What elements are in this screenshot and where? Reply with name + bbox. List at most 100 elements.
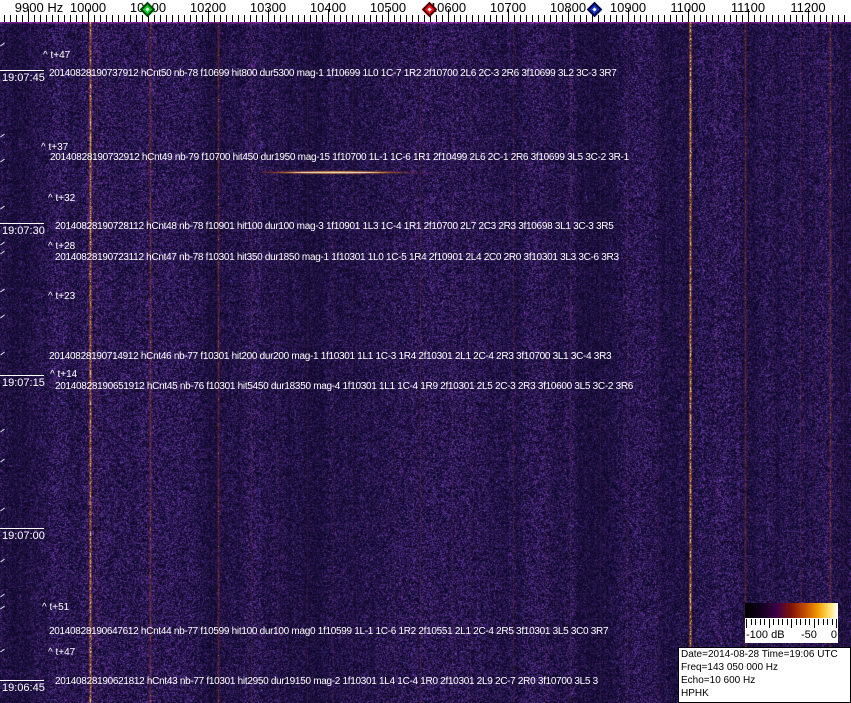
freq-tick [700, 15, 701, 22]
freq-tick [484, 15, 485, 22]
freq-tick [376, 15, 377, 22]
freq-tick [262, 15, 263, 22]
freq-tick [550, 15, 551, 22]
freq-tick [586, 15, 587, 22]
freq-tick [154, 15, 155, 22]
info-station-id: HPHK [681, 688, 709, 699]
db-tick [818, 619, 819, 625]
freq-tick [796, 15, 797, 22]
freq-tick [694, 15, 695, 22]
freq-tick [406, 15, 407, 22]
freq-tick [226, 15, 227, 22]
db-tick [796, 619, 797, 625]
freq-tick [46, 15, 47, 22]
freq-tick [274, 15, 275, 22]
db-tick [760, 619, 761, 625]
freq-tick [76, 15, 77, 22]
db-tick [823, 619, 824, 625]
freq-tick [598, 15, 599, 22]
freq-tick [514, 15, 515, 22]
freq-tick [412, 15, 413, 22]
freq-label: 9900 Hz [14, 0, 64, 15]
freq-label: 10300 [249, 0, 287, 15]
freq-tick [832, 15, 833, 22]
freq-tick [502, 15, 503, 22]
info-date-time: Date=2014-08-28 Time=19:06 UTC [681, 649, 838, 660]
db-tick [787, 619, 788, 625]
freq-tick [130, 15, 131, 22]
freq-tick [178, 15, 179, 22]
freq-tick [64, 15, 65, 22]
db-tick [832, 619, 833, 625]
db-max-label: 0 [830, 629, 837, 641]
db-tick [782, 619, 783, 625]
db-tick [800, 619, 801, 625]
freq-tick [34, 15, 35, 22]
freq-tick [4, 15, 5, 22]
freq-tick [58, 15, 59, 22]
freq-tick [730, 15, 731, 22]
db-tick [764, 619, 765, 625]
freq-tick [814, 15, 815, 22]
freq-tick [826, 15, 827, 22]
freq-tick [844, 15, 845, 22]
freq-tick [136, 15, 137, 22]
freq-tick [286, 15, 287, 22]
db-tick [836, 619, 837, 628]
freq-tick [724, 15, 725, 22]
freq-tick [676, 15, 677, 22]
db-tick [773, 619, 774, 625]
freq-tick [190, 15, 191, 22]
freq-tick [238, 15, 239, 22]
freq-tick [490, 15, 491, 22]
db-labels: -100 dB -50 0 [745, 629, 838, 643]
freq-tick [172, 15, 173, 22]
marker-center-dot [592, 7, 597, 12]
marker-center-dot [145, 7, 150, 12]
freq-tick [346, 15, 347, 22]
freq-tick [322, 15, 323, 22]
freq-tick [664, 15, 665, 22]
freq-tick [316, 15, 317, 22]
freq-tick [736, 15, 737, 22]
freq-tick [334, 15, 335, 22]
freq-tick [646, 15, 647, 22]
freq-tick [160, 15, 161, 22]
freq-tick [778, 15, 779, 22]
info-frequency: Freq=143 050 000 Hz [681, 662, 779, 673]
freq-tick [112, 15, 113, 22]
freq-tick [358, 15, 359, 22]
freq-tick [298, 15, 299, 22]
freq-tick [94, 15, 95, 22]
freq-tick [442, 15, 443, 22]
freq-tick [616, 15, 617, 22]
freq-tick [454, 15, 455, 22]
freq-tick [82, 15, 83, 22]
freq-label: 10800 [549, 0, 587, 15]
freq-tick [418, 15, 419, 22]
freq-tick [106, 15, 107, 22]
db-tick [827, 619, 828, 625]
freq-label: 11000 [670, 0, 706, 15]
freq-tick [610, 15, 611, 22]
db-min-label: -100 dB [746, 629, 785, 641]
freq-tick [622, 15, 623, 22]
db-tick [791, 619, 792, 628]
freq-tick [40, 15, 41, 22]
freq-tick [760, 15, 761, 22]
freq-tick [52, 15, 53, 22]
db-tick [746, 619, 747, 628]
freq-tick [580, 15, 581, 22]
freq-tick [124, 15, 125, 22]
marker-center-dot [427, 7, 432, 12]
freq-label: 10500 [369, 0, 407, 15]
freq-tick [838, 15, 839, 22]
spectrogram-display [0, 22, 851, 703]
freq-tick [304, 15, 305, 22]
freq-tick [784, 15, 785, 22]
freq-tick [712, 15, 713, 22]
freq-tick [640, 15, 641, 22]
freq-tick [478, 15, 479, 22]
freq-tick [772, 15, 773, 22]
freq-tick [142, 15, 143, 22]
